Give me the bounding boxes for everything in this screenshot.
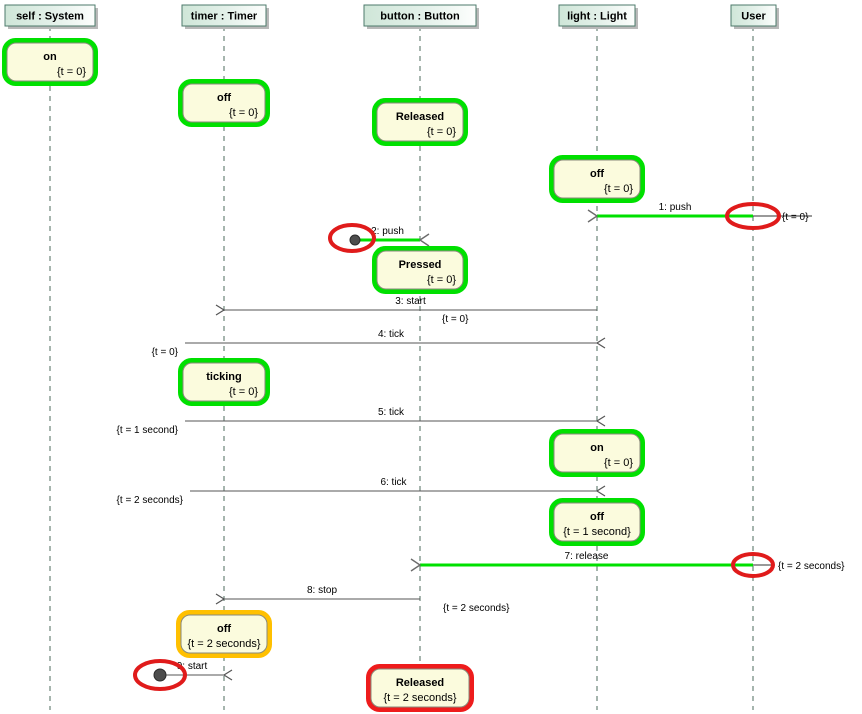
message-label-m6: 6: tick [380,477,407,488]
state-name-s5: Pressed [399,259,442,271]
messages-layer: 1: push{t = 0}2: push3: start{t = 0}4: t… [117,202,845,682]
state-name-s3: Released [396,111,444,123]
message-time-tag-m1: {t = 0} [782,212,809,223]
message-arrowhead-m9 [222,669,233,681]
message-time-tag-m4: {t = 0} [152,347,179,358]
state-name-s4: off [590,168,604,180]
state-name-s9: off [217,623,231,635]
message-label-m7: 7: release [565,551,609,562]
message-time-tag-m3: {t = 0} [442,314,469,325]
state-time-tag-s7: {t = 0} [604,457,633,469]
message-label-m4: 4: tick [378,329,405,340]
state-s4[interactable]: off{t = 0} [549,155,645,203]
state-s3[interactable]: Released {t = 0} [372,98,468,146]
message-time-tag-m7: {t = 2 seconds} [778,561,845,572]
found-message-dot-m2 [349,234,361,246]
lifeline-user: User [730,4,779,710]
message-label-m8: 8: stop [307,585,337,596]
message-m8[interactable]: 8: stop {t = 2 seconds} [215,585,510,614]
state-time-tag-s10: {t = 2 seconds} [383,692,456,704]
message-m6[interactable]: 6: tick {t = 2 seconds} [117,477,606,506]
message-label-m3: 3: start [395,296,426,307]
state-name-s10: Released [396,677,444,689]
message-m9[interactable]: 9: start [153,661,233,682]
message-m4[interactable]: 4: tick {t = 0} [152,329,606,358]
state-s1[interactable]: on{t = 0} [2,38,98,86]
lifeline-head-label-self: self : System [16,10,84,22]
message-arrowhead-m1 [587,209,599,223]
state-time-tag-s8: {t = 1 second} [563,526,631,538]
state-time-tag-s2: {t = 0} [229,107,258,119]
found-message-dot-m9 [153,668,167,682]
state-time-tag-s6: {t = 0} [229,386,258,398]
state-s7[interactable]: on{t = 0} [549,429,645,477]
state-time-tag-s3: {t = 0} [427,126,456,138]
state-time-tag-s1: {t = 0} [57,66,86,78]
message-label-m2: 2: push [371,226,404,237]
state-s2[interactable]: off {t = 0} [178,79,270,127]
state-time-tag-s5: {t = 0} [427,274,456,286]
lifeline-head-label-timer: timer : Timer [191,10,258,22]
message-time-tag-m6: {t = 2 seconds} [117,495,184,506]
message-m5[interactable]: 5: tick {t = 1 second} [117,407,606,436]
lifeline-light: light : Light [558,4,638,710]
state-name-s8: off [590,511,604,523]
state-s9[interactable]: off {t = 2 seconds} [176,610,272,658]
message-m7[interactable]: 7: release {t = 2 seconds} [410,551,845,572]
state-s5[interactable]: Pressed {t = 0} [372,246,468,294]
sequence-diagram-canvas: self : System timer : Timer button : Butto… [0,0,862,714]
state-name-s6: ticking [206,371,241,383]
message-m3[interactable]: 3: start {t = 0} [215,296,597,325]
message-arrowhead-m4 [595,337,606,349]
lifeline-self: self : System [4,4,98,710]
state-s8[interactable]: off {t = 1 second} [549,498,645,546]
state-name-s2: off [217,92,231,104]
message-arrowhead-m2 [418,233,430,247]
state-name-s7: on [590,442,604,454]
message-arrowhead-m7 [410,558,422,572]
message-time-tag-m5: {t = 1 second} [117,425,179,436]
state-time-tag-s9: {t = 2 seconds} [187,638,260,650]
message-arrowhead-m3 [215,304,226,316]
message-time-tag-m8: {t = 2 seconds} [443,603,510,614]
sequence-diagram-svg: self : System timer : Timer button : Butto… [2,4,845,712]
lifeline-head-label-button: button : Button [380,10,460,22]
state-s10[interactable]: Released {t = 2 seconds} [366,664,474,712]
states-layer: on{t = 0}off{t = 0} Released{t = 0}off{t … [2,38,645,712]
message-label-m5: 5: tick [378,407,405,418]
state-time-tag-s4: {t = 0} [604,183,633,195]
message-label-m1: 1: push [659,202,692,213]
message-arrowhead-m5 [595,415,606,427]
message-arrowhead-m8 [215,593,226,605]
state-name-s1: on [43,51,57,63]
state-s6[interactable]: ticking {t = 0} [178,358,270,406]
message-m2[interactable]: 2: push [349,226,430,247]
lifeline-head-label-light: light : Light [567,10,627,22]
message-arrowhead-m6 [595,485,606,497]
lifeline-head-label-user: User [741,10,766,22]
